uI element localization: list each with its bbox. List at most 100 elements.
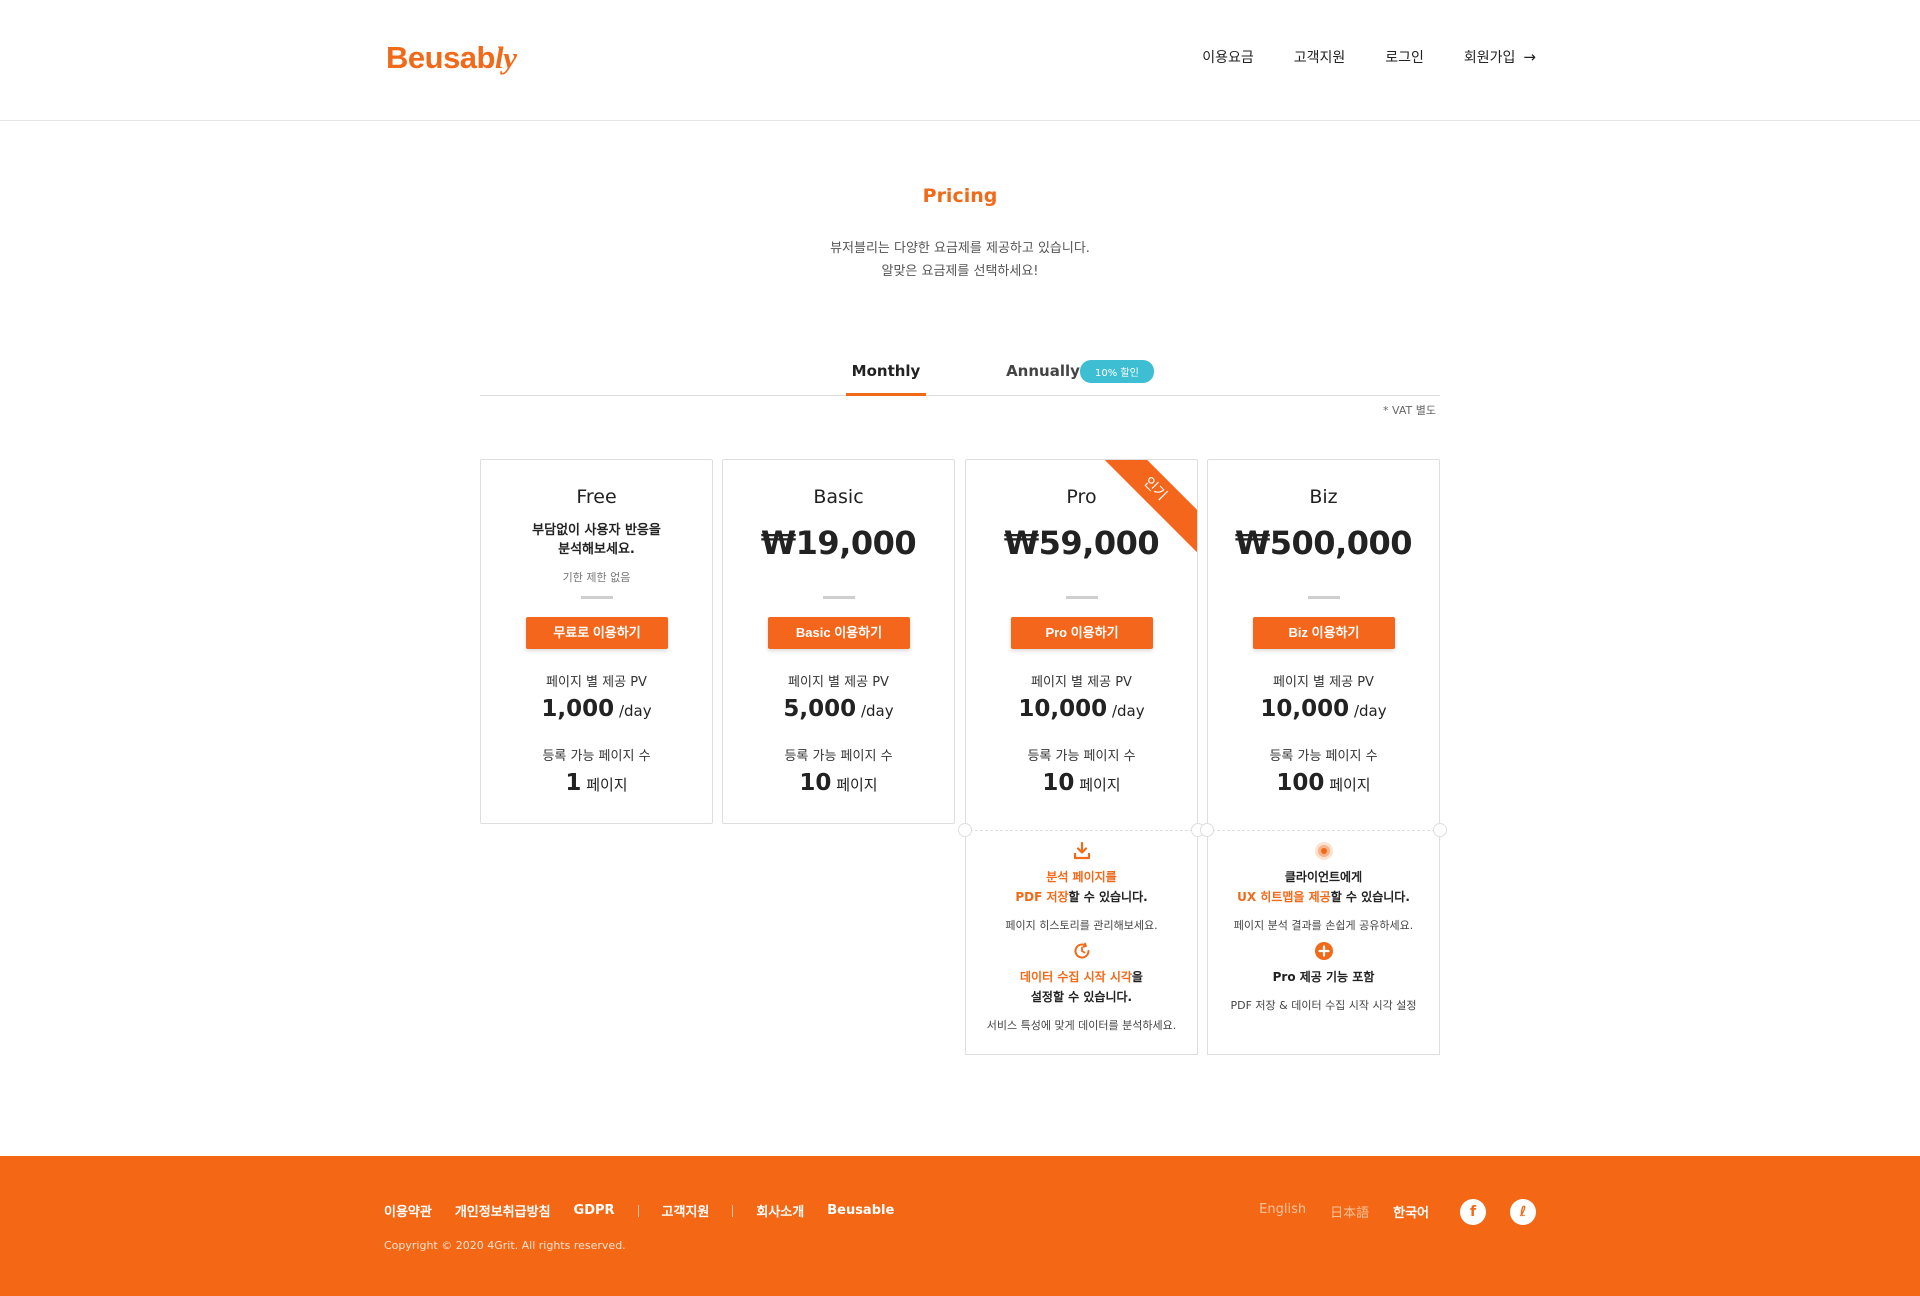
beusably-logo[interactable]: Beusably (386, 40, 517, 76)
footer-link-gdpr[interactable]: GDPR (574, 1203, 615, 1218)
signup-label: 회원가입 (1463, 50, 1516, 66)
billing-tabs: Monthly Annually 10% 할인 (480, 356, 1440, 396)
download-icon (1073, 841, 1091, 860)
pdf-feature-desc: 페이지 히스토리를 관리해보세요. (1005, 919, 1158, 932)
plan-name: Biz (1309, 486, 1338, 508)
page-title: Pricing (922, 185, 998, 207)
start-time-feature-desc: 서비스 특성에 맞게 데이터를 분석하세요. (986, 1019, 1177, 1032)
footer-link-terms[interactable]: 이용약관 (384, 1201, 432, 1220)
lang-korean[interactable]: 한국어 (1393, 1202, 1429, 1221)
pdf-feature-title: 분석 페이지를 PDF 저장할 수 있습니다. (966, 867, 1197, 907)
pv-label: 페이지 별 제공 PV (1273, 675, 1374, 690)
lang-english[interactable]: English (1259, 1202, 1306, 1221)
feature-text: 을 (1131, 970, 1143, 984)
biz-start-button[interactable]: Biz 이용하기 (1253, 617, 1395, 649)
copyright: Copyright © 2020 4Grit. All rights reser… (384, 1239, 626, 1252)
includes-pro-desc: PDF 저장 & 데이터 수집 시작 시각 설정 (1230, 999, 1417, 1012)
footer-link-company[interactable]: 회사소개 (756, 1201, 804, 1220)
footer-link-beusable[interactable]: Beusable (827, 1203, 894, 1218)
footer-links: 이용약관 개인정보취급방침 GDPR 고객지원 회사소개 Beusable (384, 1201, 917, 1220)
feature-text: 할 수 있습니다. (1068, 890, 1148, 904)
plan-price: ₩500,000 (1234, 524, 1413, 562)
biz-features-box: 클라이언트에게 UX 히트맵을 제공할 수 있습니다. 페이지 분석 결과를 손… (1207, 830, 1440, 1055)
pv-value: 5,000 /day (783, 696, 894, 722)
page-subtitle: 뷰저블리는 다양한 요금제를 제공하고 있습니다. 알맞은 요금제를 선택하세요… (0, 237, 1920, 283)
plus-circle-icon (1315, 942, 1333, 960)
plan-description-line: 부담없이 사용자 반응을 (532, 523, 661, 538)
pages-value: 10 페이지 (799, 770, 878, 796)
tab-annually[interactable]: Annually (998, 356, 1088, 396)
plan-card-pro: 인기 Pro ₩59,000 Pro 이용하기 페이지 별 제공 PV 10,0… (965, 459, 1198, 824)
plan-name: Basic (813, 486, 864, 508)
pages-label: 등록 가능 페이지 수 (1027, 749, 1136, 764)
divider (1308, 596, 1340, 599)
site-header: Beusably 이용요금 고객지원 로그인 회원가입 → (0, 0, 1920, 121)
pages-label: 등록 가능 페이지 수 (1269, 749, 1378, 764)
facebook-icon[interactable]: f (1460, 1199, 1486, 1225)
subtitle-line-1: 뷰저블리는 다양한 요금제를 제공하고 있습니다. (830, 241, 1090, 256)
footer-separator (732, 1204, 734, 1217)
ticket-notch (1433, 823, 1447, 837)
includes-pro-title: Pro 제공 기능 포함 (1272, 970, 1375, 984)
pv-label: 페이지 별 제공 PV (1031, 675, 1132, 690)
nav-signup-link[interactable]: 회원가입 → (1464, 47, 1536, 67)
pages-value: 1 페이지 (565, 770, 628, 796)
heatmap-feature-title: 클라이언트에게 UX 히트맵을 제공할 수 있습니다. (1208, 867, 1439, 907)
beusably-social-icon[interactable]: ℓ (1510, 1199, 1536, 1225)
feature-text: 클라이언트에게 (1284, 870, 1363, 884)
feature-highlight: PDF 저장 (1015, 890, 1069, 904)
plan-note: 기한 제한 없음 (562, 571, 631, 584)
pages-value: 100 페이지 (1276, 770, 1371, 796)
heatmap-icon (1315, 842, 1333, 860)
pages-label: 등록 가능 페이지 수 (784, 749, 893, 764)
basic-start-button[interactable]: Basic 이용하기 (768, 617, 910, 649)
plan-price: ₩59,000 (1003, 524, 1160, 562)
lang-japanese[interactable]: 日本語 (1330, 1202, 1369, 1221)
top-nav: 이용요금 고객지원 로그인 회원가입 → (1162, 47, 1536, 67)
tab-monthly[interactable]: Monthly (846, 356, 926, 396)
pv-value: 10,000 /day (1018, 696, 1145, 722)
divider (823, 596, 855, 599)
feature-text: 할 수 있습니다. (1330, 890, 1410, 904)
plan-name: Pro (1066, 486, 1097, 508)
pro-start-button[interactable]: Pro 이용하기 (1011, 617, 1153, 649)
pv-label: 페이지 별 제공 PV (788, 675, 889, 690)
nav-pricing-link[interactable]: 이용요금 (1202, 47, 1254, 67)
clock-icon (1074, 942, 1090, 959)
feature-highlight: 데이터 수집 시작 시각 (1020, 970, 1132, 984)
subtitle-line-2: 알맞은 요금제를 선택하세요! (881, 264, 1039, 279)
ticket-notch (958, 823, 972, 837)
nav-login-link[interactable]: 로그인 (1385, 47, 1424, 67)
plan-card-basic: Basic ₩19,000 Basic 이용하기 페이지 별 제공 PV 5,0… (722, 459, 955, 824)
pv-value: 10,000 /day (1260, 696, 1387, 722)
ticket-notch (1200, 823, 1214, 837)
plan-description: 부담없이 사용자 반응을 분석해보세요. (481, 521, 712, 559)
start-time-feature-title: 데이터 수집 시작 시각을 설정할 수 있습니다. (966, 967, 1197, 1007)
plan-description-line: 분석해보세요. (558, 542, 635, 557)
site-footer: 이용약관 개인정보취급방침 GDPR 고객지원 회사소개 Beusable Co… (0, 1156, 1920, 1296)
language-switcher: English 日本語 한국어 (1235, 1202, 1429, 1221)
plan-card-biz: Biz ₩500,000 Biz 이용하기 페이지 별 제공 PV 10,000… (1207, 459, 1440, 824)
vat-note: * VAT 별도 (1383, 404, 1436, 417)
plan-name: Free (576, 486, 617, 508)
pv-value: 1,000 /day (541, 696, 652, 722)
pv-label: 페이지 별 제공 PV (546, 675, 647, 690)
pages-value: 10 페이지 (1042, 770, 1121, 796)
footer-separator (637, 1204, 639, 1217)
free-start-button[interactable]: 무료로 이용하기 (526, 617, 668, 649)
plan-card-free: Free 부담없이 사용자 반응을 분석해보세요. 기한 제한 없음 무료로 이… (480, 459, 713, 824)
plan-price: ₩19,000 (760, 524, 917, 562)
footer-link-privacy[interactable]: 개인정보취급방침 (455, 1201, 551, 1220)
feature-highlight: 분석 페이지를 (1046, 870, 1117, 884)
divider (581, 596, 613, 599)
arrow-right-icon: → (1523, 48, 1536, 66)
pages-label: 등록 가능 페이지 수 (542, 749, 651, 764)
discount-badge: 10% 할인 (1080, 360, 1154, 383)
pro-features-box: 분석 페이지를 PDF 저장할 수 있습니다. 페이지 히스토리를 관리해보세요… (965, 830, 1198, 1055)
divider (1066, 596, 1098, 599)
feature-highlight: UX 히트맵을 제공 (1237, 890, 1331, 904)
heatmap-feature-desc: 페이지 분석 결과를 손쉽게 공유하세요. (1233, 919, 1414, 932)
feature-text: 설정할 수 있습니다. (1030, 990, 1133, 1004)
footer-link-support[interactable]: 고객지원 (662, 1201, 710, 1220)
nav-support-link[interactable]: 고객지원 (1294, 47, 1346, 67)
